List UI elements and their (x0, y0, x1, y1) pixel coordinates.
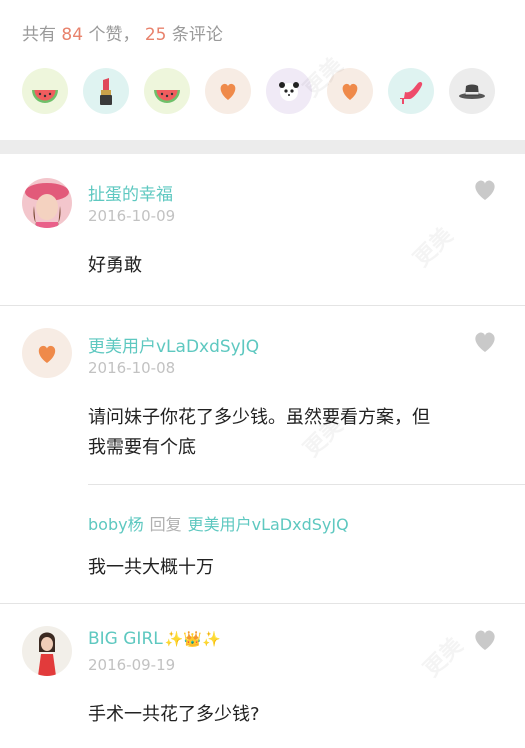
liker-avatar-high-heel[interactable] (388, 68, 434, 114)
hat-icon (459, 84, 485, 99)
likes-summary: 共有 84 个赞， 25 条评论 (22, 20, 223, 45)
comment-username[interactable]: 更美用户vLaDxdSyJQ (88, 332, 259, 357)
reply-verb: 回复 (149, 515, 182, 534)
comment-item: 扯蛋的幸福 2016-10-09 好勇敢 (0, 154, 525, 306)
liker-avatar-panda[interactable] (266, 68, 312, 114)
reply-from-username[interactable]: boby杨 (88, 515, 144, 534)
panda-icon (279, 82, 299, 101)
watermelon-icon (32, 90, 58, 103)
heart-icon (342, 83, 358, 100)
comment-like-button[interactable] (472, 628, 498, 652)
heart-icon (475, 332, 495, 352)
comment-username-text: BIG GIRL (88, 629, 163, 649)
comment-item: 更美用户vLaDxdSyJQ 2016-10-08 请问妹子你花了多少钱。虽然要… (0, 306, 525, 604)
comment-text-line: 请问妹子你花了多少钱。虽然要看方案，但 (88, 407, 430, 428)
heart-icon (220, 83, 236, 100)
likes-prefix: 共有 (22, 25, 56, 45)
avatar[interactable] (22, 178, 72, 228)
reply-header: boby杨 回复 更美用户vLaDxdSyJQ (88, 511, 349, 535)
avatar[interactable] (22, 626, 72, 676)
comment-like-button[interactable] (472, 330, 498, 354)
likes-header: 共有 84 个赞， 25 条评论 (0, 0, 525, 140)
comment-username[interactable]: 扯蛋的幸福 (88, 180, 173, 205)
avatar[interactable] (22, 328, 72, 378)
comment-text: 好勇敢 (88, 255, 142, 276)
likes-word: 个赞， (88, 25, 140, 45)
liker-avatar-row (22, 68, 502, 114)
lipstick-icon (100, 78, 112, 105)
comment-text-line: 我需要有个底 (88, 437, 196, 458)
liker-avatar-lipstick[interactable] (83, 68, 129, 114)
reply-divider (88, 484, 525, 485)
comments-word: 条评论 (171, 25, 223, 45)
reply-text: 我一共大概十万 (88, 557, 214, 578)
comment-item: BIG GIRL ✨👑✨ 2016-09-19 手术一共花了多少钱? (0, 604, 525, 748)
reply-to-username[interactable]: 更美用户vLaDxdSyJQ (188, 515, 349, 534)
comment-text: 请问妹子你花了多少钱。虽然要看方案，但 我需要有个底 (88, 403, 498, 463)
heart-icon (475, 630, 495, 650)
liker-avatar-heart[interactable] (205, 68, 251, 114)
comment-count: 25 (144, 25, 167, 45)
comment-like-button[interactable] (472, 178, 498, 202)
heart-icon (38, 345, 56, 363)
liker-avatar-hat[interactable] (449, 68, 495, 114)
comment-date: 2016-10-08 (88, 359, 176, 377)
watermelon-icon (154, 90, 180, 103)
section-divider (0, 140, 525, 154)
heart-icon (475, 180, 495, 200)
comment-date: 2016-09-19 (88, 656, 176, 674)
comment-username[interactable]: BIG GIRL ✨👑✨ (88, 629, 221, 649)
comment-date: 2016-10-09 (88, 207, 176, 225)
liker-avatar-watermelon[interactable] (144, 68, 190, 114)
like-count: 84 (61, 25, 84, 45)
comment-text: 手术一共花了多少钱? (88, 704, 260, 725)
liker-avatar-heart[interactable] (327, 68, 373, 114)
sparkle-crown-emoji: ✨👑✨ (164, 630, 221, 648)
photo-avatar-pink (22, 178, 72, 228)
high-heel-icon (400, 81, 423, 104)
liker-avatar-watermelon[interactable] (22, 68, 68, 114)
photo-avatar-red (22, 626, 72, 676)
